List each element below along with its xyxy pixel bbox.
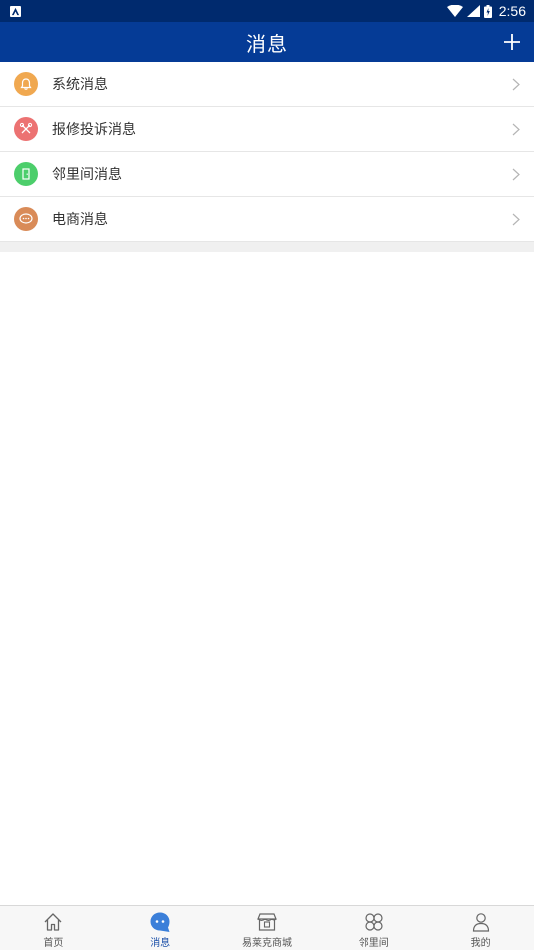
- list-item-label: 电商消息: [52, 212, 108, 228]
- tab-label: 我的: [470, 938, 491, 949]
- chevron-right-icon: [512, 168, 520, 181]
- tab-label: 易莱克商城: [241, 938, 292, 949]
- clover-icon: [363, 911, 385, 933]
- app-notification-icon: [10, 5, 21, 17]
- tab-neighborhood[interactable]: 邻里间: [320, 906, 427, 950]
- person-icon: [470, 911, 492, 933]
- message-icon: [149, 911, 171, 933]
- clock: 2:56: [498, 3, 526, 19]
- nav-bar: 消息: [0, 22, 534, 62]
- tab-label: 首页: [43, 938, 64, 949]
- message-type-list: 系统消息 报修投诉消息 邻里间消息 电商消息: [0, 62, 534, 242]
- tab-profile[interactable]: 我的: [427, 906, 534, 950]
- door-icon: [14, 162, 38, 186]
- list-item-repair-complaint-messages[interactable]: 报修投诉消息: [0, 107, 534, 152]
- plus-icon: [504, 34, 520, 50]
- cell-signal-icon: [466, 5, 480, 17]
- add-button[interactable]: [498, 28, 526, 56]
- list-item-label: 系统消息: [52, 77, 108, 93]
- tab-home[interactable]: 首页: [0, 906, 107, 950]
- list-item-system-messages[interactable]: 系统消息: [0, 62, 534, 107]
- list-item-label: 邻里间消息: [52, 167, 122, 183]
- chat-bubble-icon: [14, 207, 38, 231]
- chevron-right-icon: [512, 213, 520, 226]
- tab-label: 消息: [150, 938, 171, 949]
- section-divider: [0, 242, 534, 252]
- tab-shop[interactable]: 易莱克商城: [214, 906, 321, 950]
- bell-icon: [14, 72, 38, 96]
- bottom-tab-bar: 首页 消息 易莱克商城 邻里间 我的: [0, 905, 534, 950]
- tools-icon: [14, 117, 38, 141]
- chevron-right-icon: [512, 78, 520, 91]
- shop-icon: [256, 911, 278, 933]
- list-item-label: 报修投诉消息: [52, 122, 136, 138]
- status-bar: 2:56: [0, 0, 534, 22]
- wifi-icon: [446, 5, 463, 17]
- list-item-neighborhood-messages[interactable]: 邻里间消息: [0, 152, 534, 197]
- home-icon: [42, 911, 64, 933]
- page-title: 消息: [246, 31, 288, 56]
- list-item-ecommerce-messages[interactable]: 电商消息: [0, 197, 534, 242]
- tab-label: 邻里间: [358, 938, 389, 949]
- chevron-right-icon: [512, 123, 520, 136]
- tab-messages[interactable]: 消息: [107, 906, 214, 950]
- battery-icon: [483, 4, 492, 18]
